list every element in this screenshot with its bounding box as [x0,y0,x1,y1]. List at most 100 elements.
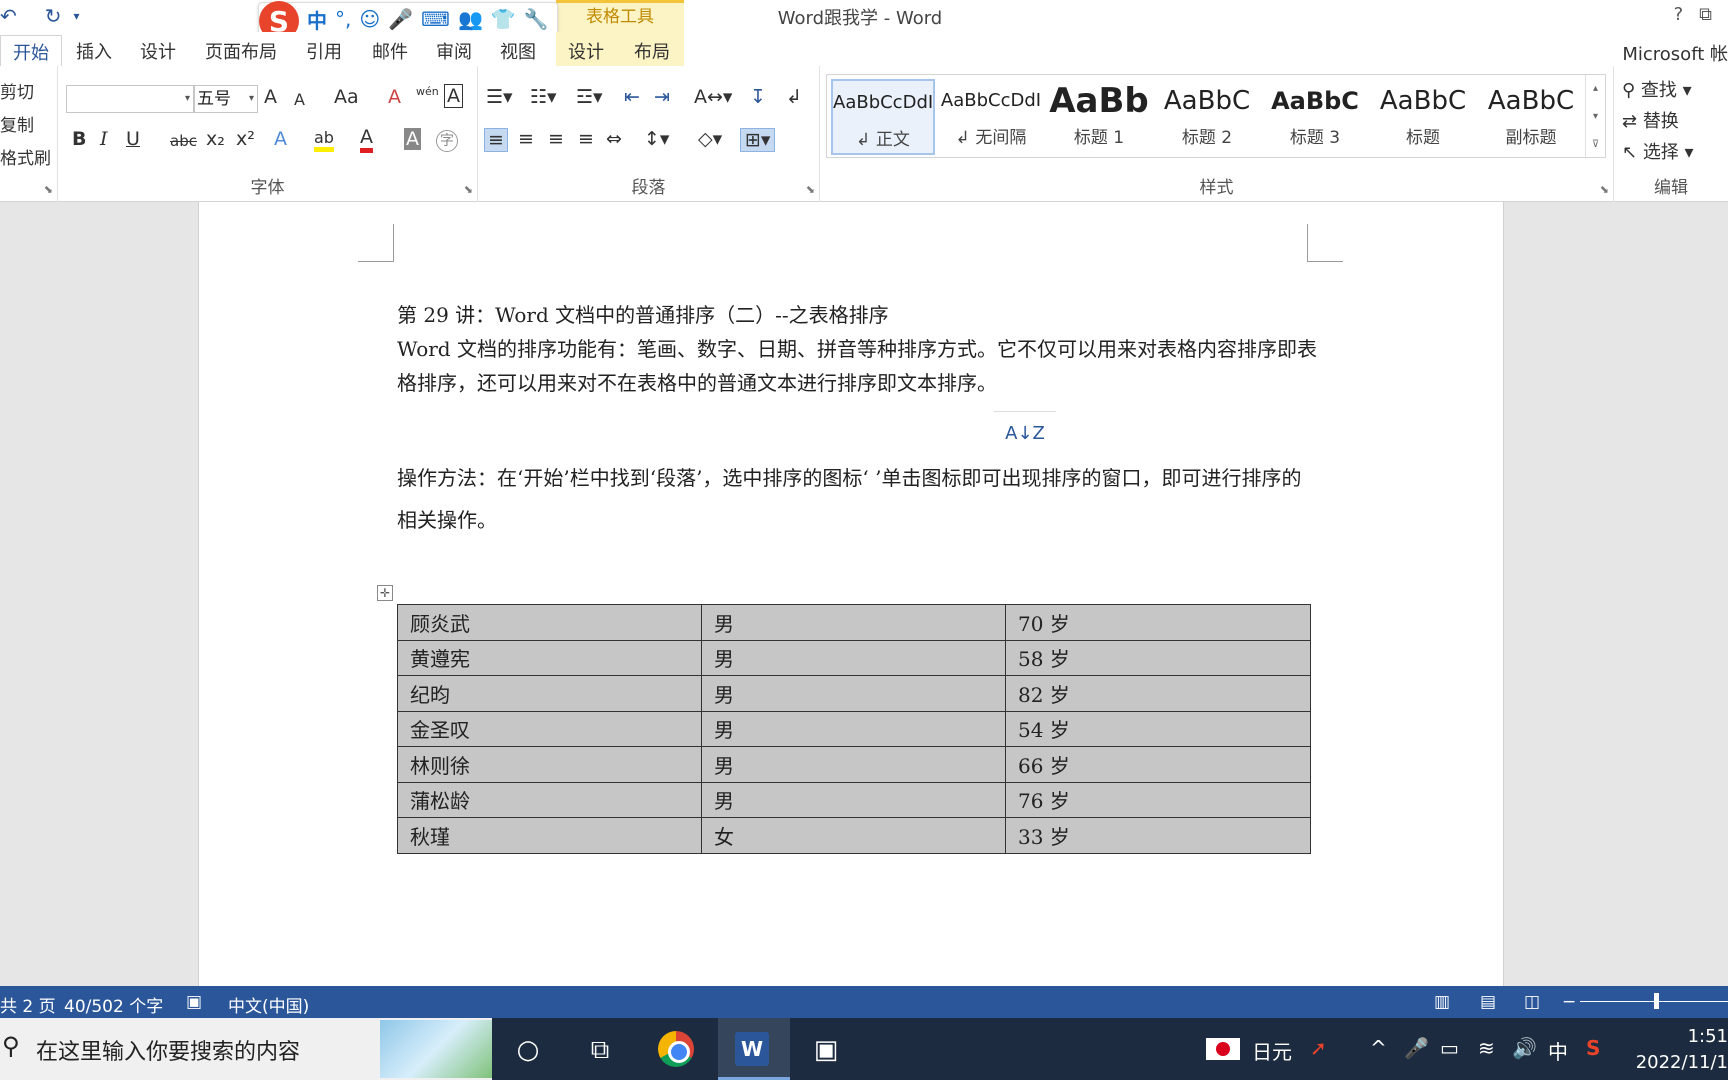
style-heading-3[interactable]: AaBbC 标题 3 [1263,79,1367,155]
customize-qat-icon[interactable]: ▾ [74,9,80,23]
redo-icon[interactable]: ↻ [45,4,62,28]
tab-insert[interactable]: 插入 [76,38,112,64]
japan-flag-icon[interactable] [1206,1038,1240,1060]
volume-icon[interactable]: 🔊 [1512,1036,1537,1060]
text-direction-button[interactable]: A↔▾ [694,86,732,108]
multilevel-list-button[interactable]: ☲▾ [576,86,603,108]
decrease-indent-button[interactable]: ⇤ [624,86,640,108]
emoji-icon[interactable]: ☺ [359,7,380,31]
bullets-button[interactable]: ☰▾ [486,86,513,108]
zoom-out-icon[interactable]: − [1562,992,1576,1012]
distributed-button[interactable]: ⇔ [606,128,622,150]
task-view-icon[interactable]: ⧉ [580,1030,620,1070]
subscript-button[interactable]: x₂ [206,128,225,150]
ime-punctuation-icon[interactable]: °, [335,7,351,31]
table-cell-gender[interactable]: 男 [701,675,1006,712]
table-cell-age[interactable]: 82 岁 [1005,675,1311,712]
table-cell-age[interactable]: 58 岁 [1005,639,1311,676]
table-cell-name[interactable]: 黄遵宪 [397,639,702,676]
align-left-button[interactable]: ≡ [484,128,508,152]
superscript-button[interactable]: x² [236,128,255,150]
tools-icon[interactable]: 🔧 [524,7,549,31]
table-cell-name[interactable]: 金圣叹 [397,710,702,747]
table-cell-gender[interactable]: 男 [701,604,1006,641]
numbering-button[interactable]: ☷▾ [530,86,557,108]
undo-icon[interactable]: ↶ [0,4,17,28]
tab-mailings[interactable]: 邮件 [372,38,408,64]
input-language-indicator[interactable]: 中 [1548,1036,1568,1065]
table-cell-name[interactable]: 纪昀 [397,675,702,712]
word-icon[interactable]: W [735,1032,769,1066]
phonetic-guide-button[interactable]: wén [416,86,439,98]
style-normal[interactable]: AaBbCcDdI ↲ 正文 [831,79,935,155]
show-hide-marks-icon[interactable]: ↲ [786,86,802,108]
underline-button[interactable]: U [126,128,140,150]
table-cell-name[interactable]: 秋瑾 [397,817,702,854]
video-recorder-icon[interactable]: ▣ [806,1030,846,1070]
sort-icon[interactable]: ↧ [750,86,766,108]
table-cell-age[interactable]: 70 岁 [1005,604,1311,641]
bold-button[interactable]: B [72,128,86,150]
style-heading-1[interactable]: AaBb 标题 1 [1047,79,1151,155]
select-button[interactable]: ↖ 选择 ▾ [1622,138,1694,164]
chrome-icon[interactable] [658,1031,694,1067]
zoom-slider-thumb[interactable] [1654,993,1659,1009]
table-cell-age[interactable]: 76 岁 [1005,781,1311,818]
find-button[interactable]: ⚲ 查找 ▾ [1622,76,1692,102]
cortana-icon[interactable]: ○ [508,1030,548,1070]
table-cell-age[interactable]: 66 岁 [1005,746,1311,783]
borders-button[interactable]: ⊞▾ [740,128,776,152]
tab-review[interactable]: 审阅 [436,38,472,64]
tab-table-layout[interactable]: 布局 [620,32,684,66]
tab-home[interactable]: 开始 [0,35,62,66]
language-indicator[interactable]: 中文(中国) [228,992,309,1017]
font-color-button[interactable]: A [360,126,373,153]
styles-gallery-scroll[interactable]: ▴ ▾ ⊽ [1585,75,1605,159]
proofing-icon[interactable]: ▣ [186,992,202,1012]
tab-table-design[interactable]: 设计 [556,32,620,66]
change-case-button[interactable]: Aa [334,86,359,108]
table-move-handle-icon[interactable]: ✛ [377,585,393,601]
document-paragraph-2[interactable]: 操作方法：在‘开始’栏中找到‘段落’，选中排序的图标‘ ’单击图标即可出现排序的… [397,457,1317,541]
ime-mode-indicator[interactable]: 中 [307,5,327,34]
increase-indent-button[interactable]: ⇥ [654,86,670,108]
character-border-button[interactable]: A [444,84,463,108]
skin-icon[interactable]: 👕 [491,7,516,31]
text-effects-button[interactable]: A [274,128,287,150]
microphone-icon[interactable]: 🎤 [1404,1036,1429,1060]
grow-font-button[interactable]: A [264,86,277,108]
font-dialog-launcher-icon[interactable]: ⬊ [464,183,473,196]
sogou-tray-icon[interactable]: S [1586,1036,1600,1060]
chevron-up-icon[interactable]: ▴ [1586,75,1605,103]
font-name-box[interactable]: ▾ [66,85,194,113]
align-right-button[interactable]: ≡ [548,128,564,150]
taskbar-search-box[interactable]: ⚲ 在这里输入你要搜索的内容 [0,1018,492,1080]
style-title[interactable]: AaBbC 标题 [1371,79,1475,155]
show-hidden-icons-icon[interactable]: ^ [1370,1036,1387,1060]
table-cell-name[interactable]: 林则徐 [397,746,702,783]
ime-state-label[interactable]: 日元 [1252,1036,1292,1065]
account-name[interactable]: Microsoft 帐 [1622,40,1728,66]
word-count[interactable]: 40/502 个字 [64,992,163,1017]
document-page[interactable]: 第 29 讲：Word 文档中的普通排序（二）--之表格排序 Word 文档的排… [198,202,1504,986]
font-size-box[interactable]: 五号 ▾ [194,85,258,113]
system-clock[interactable]: 1:51 2022/11/1 [1634,1024,1728,1076]
highlight-color-button[interactable]: ab [314,128,334,152]
tab-view[interactable]: 视图 [500,38,536,64]
ribbon-display-options-icon[interactable]: ⧉ [1699,4,1712,25]
help-icon[interactable]: ? [1674,4,1684,25]
copy-button[interactable]: 复制 [0,111,34,136]
table-cell-name[interactable]: 蒲松龄 [397,781,702,818]
tab-page-layout[interactable]: 页面布局 [205,38,277,64]
document-paragraph-1[interactable]: Word 文档的排序功能有：笔画、数字、日期、拼音等种排序方式。它不仅可以用来对… [397,332,1317,400]
style-heading-2[interactable]: AaBbC 标题 2 [1155,79,1259,155]
shrink-font-button[interactable]: A [294,90,305,109]
table-cell-gender[interactable]: 男 [701,639,1006,676]
style-no-spacing[interactable]: AaBbCcDdI ↲ 无间隔 [939,79,1043,155]
align-center-button[interactable]: ≡ [518,128,534,150]
table-cell-gender[interactable]: 女 [701,817,1006,854]
clear-formatting-button[interactable]: A [388,86,401,108]
shading-button[interactable]: ◇▾ [698,128,722,150]
replace-button[interactable]: ⇄ 替换 [1622,107,1679,133]
table-cell-gender[interactable]: 男 [701,781,1006,818]
